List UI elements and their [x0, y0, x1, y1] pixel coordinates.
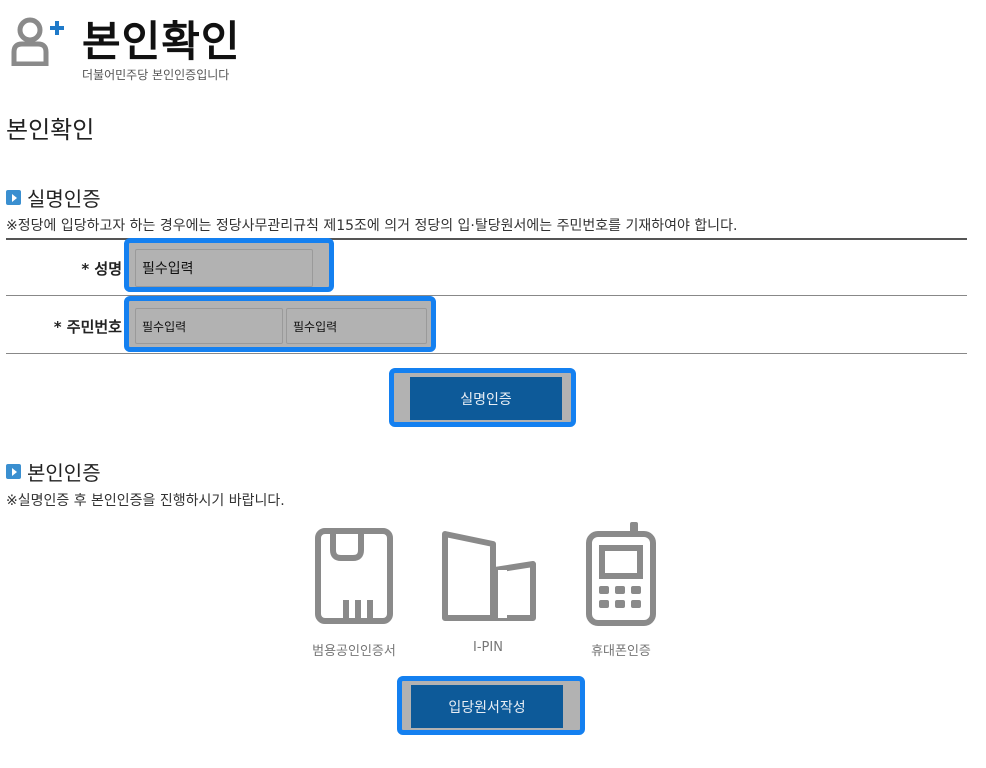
name-label: * 성명 [81, 260, 122, 278]
arrow-bullet-icon [6, 190, 21, 205]
page-subtitle: 더불어민주당 본인인증입니다 [82, 68, 230, 82]
realname-note: ※정당에 입당하고자 하는 경우에는 정당사무관리규칙 제15조에 의거 정당의… [6, 218, 738, 234]
certificate-label[interactable]: 범용공인인증서 [312, 640, 396, 659]
mobile-label[interactable]: 휴대폰인증 [591, 640, 651, 659]
rrn-back-input[interactable]: 필수입력 [286, 308, 427, 344]
realname-verify-button[interactable]: 실명인증 [410, 377, 562, 420]
realname-heading: 실명인증 [6, 183, 101, 212]
section-heading: 본인확인 [6, 116, 95, 144]
rrn-label: * 주민번호 [53, 318, 122, 336]
name-input[interactable]: 필수입력 [135, 249, 313, 287]
user-add-icon [11, 17, 64, 66]
ipin-icon[interactable] [441, 530, 537, 624]
page-title: 본인확인 [82, 17, 241, 66]
ipin-label[interactable]: I-PIN [473, 640, 503, 655]
application-form-button[interactable]: 입당원서작성 [411, 685, 563, 728]
identity-heading: 본인인증 [6, 457, 101, 486]
page-header: 본인확인 더불어민주당 본인인증입니다 [8, 6, 408, 86]
certificate-card-icon[interactable] [315, 528, 393, 624]
identity-note: ※실명인증 후 본인인증을 진행하시기 바랍니다. [6, 493, 285, 509]
mobile-phone-icon[interactable] [586, 522, 656, 626]
arrow-bullet-icon [6, 464, 21, 479]
rrn-front-input[interactable]: 필수입력 [135, 308, 283, 344]
